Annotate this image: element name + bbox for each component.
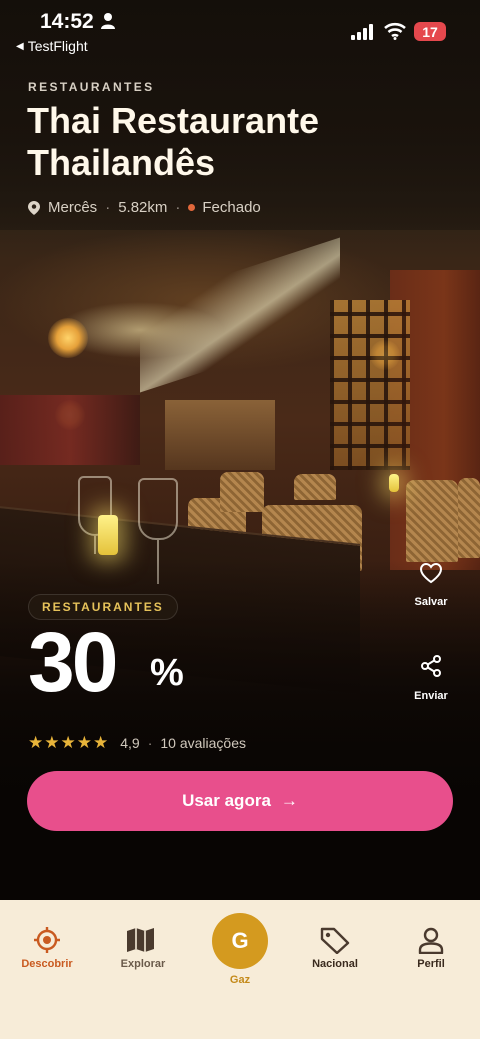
nav-item-explorar[interactable]: Explorar (98, 926, 188, 970)
discount-unit: % (150, 652, 184, 694)
gaz-g-icon: G (231, 928, 249, 953)
distance: 5.82km (118, 199, 168, 216)
hero-lamp (48, 318, 88, 358)
share-icon (421, 655, 441, 677)
star-rating: ★ ★ ★ ★ ★ (28, 734, 108, 752)
hero-window (165, 400, 275, 470)
heart-icon (419, 562, 443, 584)
hero-lattice (330, 300, 410, 470)
nav-item-descobrir[interactable]: Descobrir (2, 926, 92, 970)
rating-separator: · (147, 735, 153, 751)
star-icon: ★ (93, 733, 109, 752)
location-name: Mercês (48, 199, 98, 216)
share-button[interactable]: Enviar (401, 654, 461, 704)
hero-wine-glass (138, 478, 178, 540)
battery-indicator: 17 (414, 22, 446, 41)
save-label: Salvar (414, 596, 448, 608)
meta-separator: · (105, 199, 111, 216)
status-time: 14:52 (40, 10, 94, 33)
nav-item-gaz[interactable]: G (212, 913, 268, 969)
star-icon: ★ (28, 733, 44, 752)
open-status: Fechado (202, 199, 261, 216)
nav-item-nacional[interactable]: Nacional (290, 926, 380, 970)
hero-chair (294, 474, 336, 500)
location-meta: Mercês · 5.82km · Fechado (28, 199, 261, 216)
restaurant-title: Thai Restaurante Thailandês (27, 100, 320, 183)
hero-chair (406, 480, 458, 562)
hero-ceiling-light (140, 237, 340, 393)
meta-separator: · (175, 199, 181, 216)
use-now-label: Usar agora (182, 791, 271, 810)
share-label: Enviar (414, 690, 448, 702)
rating-score: 4,9 (120, 735, 140, 751)
review-count: 10 avaliações (160, 735, 247, 751)
nav-label-explorar: Explorar (120, 958, 166, 970)
closed-status-dot (188, 204, 196, 211)
nav-item-perfil[interactable]: Perfil (386, 926, 476, 970)
category-label: RESTAURANTES (28, 80, 155, 94)
location-pin-icon (28, 200, 40, 215)
person-icon (101, 13, 115, 29)
use-now-button[interactable]: Usar agora → (27, 771, 453, 831)
hero-shelf (0, 395, 140, 465)
star-icon: ★ (76, 733, 92, 752)
hero-candle (389, 474, 399, 492)
nav-label-nacional: Nacional (312, 958, 358, 970)
hero-candle (98, 515, 118, 555)
hero-chair (458, 478, 480, 558)
star-icon: ★ (60, 733, 76, 752)
back-to-app-link[interactable]: ◀ TestFlight (16, 38, 88, 54)
nav-label-descobrir: Descobrir (21, 958, 73, 970)
nav-label-perfil: Perfil (417, 958, 445, 970)
save-button[interactable]: Salvar (401, 562, 461, 610)
discount-value: 30 (28, 615, 118, 709)
hero-chair (220, 472, 264, 512)
cellular-signal-icon (351, 24, 373, 40)
back-app-label: TestFlight (27, 38, 88, 54)
person-icon (418, 927, 444, 954)
star-icon: ★ (44, 733, 60, 752)
map-icon (127, 928, 154, 952)
wifi-icon (384, 22, 406, 40)
nav-label-gaz: Gaz (229, 974, 251, 986)
arrow-right-icon: → (280, 791, 298, 810)
hero-glass-stem (94, 536, 96, 554)
target-icon (34, 927, 60, 953)
tag-icon (320, 927, 350, 954)
back-triangle-icon: ◀ (16, 40, 24, 52)
rating-row: ★ ★ ★ ★ ★ 4,9 · 10 avaliações (28, 734, 246, 752)
